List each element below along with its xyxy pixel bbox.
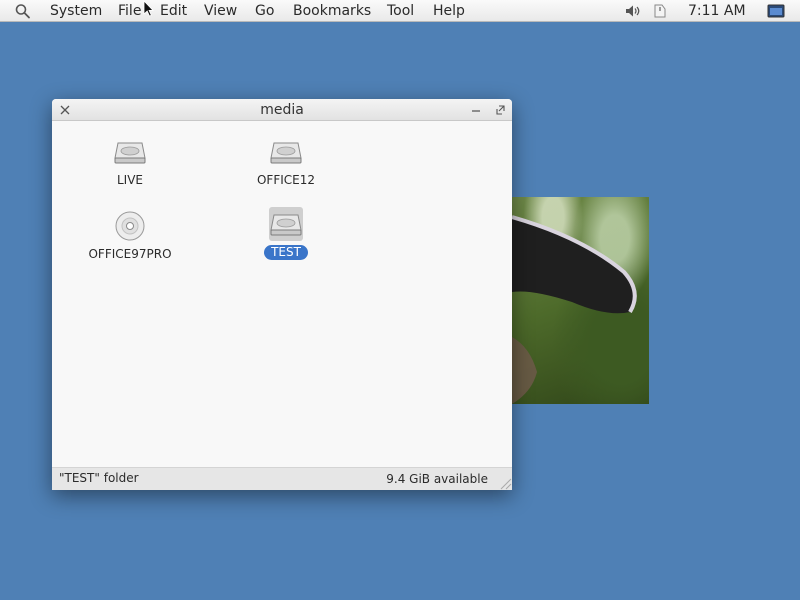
volume-icon[interactable] bbox=[624, 3, 642, 19]
menu-system[interactable]: System bbox=[50, 2, 102, 20]
menu-bookmarks[interactable]: Bookmarks bbox=[293, 2, 371, 20]
menu-go[interactable]: Go bbox=[255, 2, 274, 20]
drive-label: LIVE bbox=[116, 173, 143, 187]
optical-disc-icon bbox=[113, 209, 147, 243]
drive-label: OFFICE12 bbox=[256, 173, 316, 187]
drive-item-office97pro[interactable]: OFFICE97PRO bbox=[75, 209, 185, 262]
menu-file[interactable]: File bbox=[118, 2, 141, 20]
menu-help[interactable]: Help bbox=[433, 2, 465, 20]
power-icon[interactable] bbox=[651, 3, 669, 19]
file-view[interactable]: LIVE OFFICE12 OFFICE97PRO TEST bbox=[52, 121, 512, 467]
menu-view[interactable]: View bbox=[204, 2, 237, 20]
menu-tool[interactable]: Tool bbox=[387, 2, 414, 20]
mouse-cursor bbox=[143, 0, 154, 17]
background-photo bbox=[512, 197, 649, 404]
clock[interactable]: 7:11 AM bbox=[688, 2, 746, 20]
drive-item-live[interactable]: LIVE bbox=[75, 135, 185, 188]
status-bar: "TEST" folder 9.4 GiB available bbox=[52, 467, 512, 490]
free-space-status: 9.4 GiB available bbox=[386, 472, 488, 486]
hard-drive-icon bbox=[269, 135, 303, 169]
drive-label: TEST bbox=[264, 245, 308, 260]
hard-drive-icon bbox=[269, 207, 303, 241]
search-icon[interactable] bbox=[14, 3, 32, 19]
selection-status: "TEST" folder bbox=[59, 471, 139, 485]
hat-illustration bbox=[512, 215, 637, 404]
hard-drive-icon bbox=[113, 135, 147, 169]
file-manager-window: media LIVE OFFICE12 OFFICE97PRO TEST "TE… bbox=[52, 99, 512, 490]
window-titlebar[interactable]: media bbox=[52, 99, 512, 121]
drive-item-test[interactable]: TEST bbox=[231, 207, 341, 260]
maximize-icon[interactable] bbox=[493, 103, 507, 117]
top-menubar: System File Edit View Go Bookmarks Tool … bbox=[0, 0, 800, 22]
drive-label: OFFICE97PRO bbox=[88, 247, 172, 261]
drive-item-office12[interactable]: OFFICE12 bbox=[231, 135, 341, 188]
resize-grip-icon[interactable] bbox=[498, 476, 512, 490]
window-title: media bbox=[260, 102, 304, 118]
minimize-icon[interactable] bbox=[469, 103, 483, 117]
display-icon[interactable] bbox=[767, 3, 785, 19]
menu-edit[interactable]: Edit bbox=[160, 2, 187, 20]
